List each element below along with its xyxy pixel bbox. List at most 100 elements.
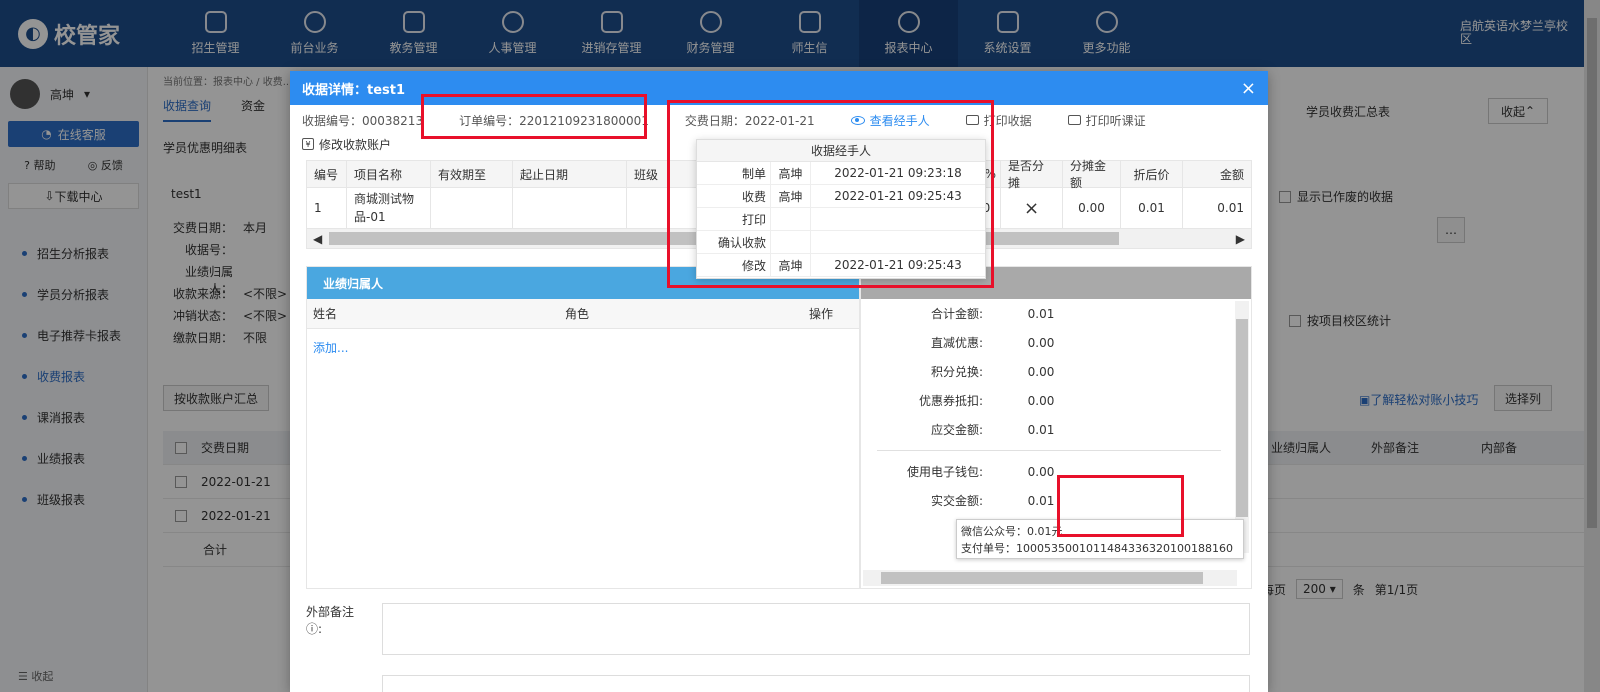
- handler-time: 2022-01-21 09:23:18: [834, 166, 962, 180]
- performance-header: 姓名 角色 操作: [307, 299, 859, 329]
- amount-value: 0.00: [1027, 393, 1055, 408]
- amount-scroll-thumb[interactable]: [1236, 319, 1248, 517]
- handler-action: 修改: [697, 254, 771, 276]
- amount-value: 0.01: [1027, 422, 1055, 437]
- handler-action: 制单: [697, 162, 771, 184]
- divider: [877, 450, 1221, 451]
- handler-action: 打印: [697, 208, 771, 230]
- col-name: 姓名: [313, 307, 338, 321]
- handler-row: 确认收款: [697, 231, 985, 254]
- amount-value: 0.01: [1027, 493, 1055, 508]
- internal-remark-input[interactable]: [382, 675, 1250, 692]
- print-trial-button[interactable]: 打印听课证: [1067, 112, 1146, 129]
- amount-key: 合计金额:: [930, 307, 983, 321]
- amount-key: 直减优惠:: [930, 336, 983, 350]
- handler-action: 收费: [697, 185, 771, 207]
- handler-time: 2022-01-21 09:25:43: [834, 189, 962, 203]
- print-receipt-label: 打印收据: [983, 113, 1032, 128]
- modify-account-label: 修改收款账户: [319, 137, 392, 152]
- handler-row: 收费 高坤 2022-01-21 09:25:43: [697, 185, 985, 208]
- split-x-icon: ×: [1001, 188, 1063, 228]
- handler-row: 制单 高坤 2022-01-21 09:23:18: [697, 162, 985, 185]
- item-name: 商城测试物品-01: [347, 188, 431, 228]
- handler-person: 高坤: [771, 162, 811, 184]
- amount-key: 积分兑换:: [930, 365, 983, 379]
- item-amt: 0.01: [1217, 201, 1244, 215]
- scroll-left-icon[interactable]: ◀: [313, 232, 322, 246]
- items-col-header: 编号: [307, 161, 347, 187]
- handler-time: 2022-01-21 09:25:43: [834, 258, 962, 272]
- amount-vscroll[interactable]: [1235, 301, 1249, 553]
- handler-title: 收据经手人: [697, 140, 985, 162]
- amount-row: 应交金额: 0.01: [861, 415, 1251, 444]
- amount-key: 应交金额:: [930, 423, 983, 437]
- handler-person: [771, 208, 811, 230]
- close-icon[interactable]: ×: [1241, 78, 1256, 99]
- amount-value: 0.00: [1027, 364, 1055, 379]
- handler-row: 修改 高坤 2022-01-21 09:25:43: [697, 254, 985, 277]
- items-col-header: 有效期至: [431, 161, 513, 187]
- amount-row: 直减优惠: 0.00: [861, 328, 1251, 357]
- items-col-header: 起止日期: [513, 161, 627, 187]
- item-after: 0.01: [1121, 188, 1183, 228]
- col-role: 角色: [565, 307, 590, 321]
- handler-action: 确认收款: [697, 231, 771, 253]
- amount-row: 使用电子钱包: 0.00: [861, 457, 1251, 486]
- amount-hscroll-thumb[interactable]: [881, 572, 1203, 584]
- handler-row: 打印: [697, 208, 985, 231]
- items-col-header: 是否分摊: [1001, 159, 1063, 190]
- receipt-detail-modal: 收据详情：test1 × 收据编号：00038213 订单编号：220121092…: [290, 71, 1268, 692]
- printer-icon: [1067, 115, 1081, 125]
- item-split-amt: 0.00: [1063, 188, 1121, 228]
- external-remark: 外部备注 ⓘ:: [306, 603, 1250, 655]
- handler-person: 高坤: [771, 185, 811, 207]
- items-col-header: 金额: [1219, 167, 1244, 182]
- external-remark-input[interactable]: [382, 603, 1250, 655]
- print-trial-label: 打印听课证: [1085, 113, 1146, 128]
- remark-label: 外部备注 ⓘ:: [306, 605, 355, 636]
- amount-key: 优惠券抵扣:: [918, 394, 983, 408]
- printer-icon: [965, 115, 979, 125]
- add-performance-link[interactable]: 添加...: [307, 329, 859, 366]
- amount-row: 优惠券抵扣: 0.00: [861, 386, 1251, 415]
- handler-person: 高坤: [771, 254, 811, 276]
- order-number: 订单编号：22012109231800001: [459, 113, 649, 128]
- performance-panel: 业绩归属人 姓名 角色 操作 添加...: [306, 266, 860, 589]
- amount-key: 实交金额:: [930, 494, 983, 508]
- amount-row: 积分兑换: 0.00: [861, 357, 1251, 386]
- amount-row: 合计金额: 0.01: [861, 299, 1251, 328]
- tip-line-1: 微信公众号：0.01元: [961, 525, 1063, 538]
- eye-icon: [850, 115, 865, 125]
- handler-person: [771, 231, 811, 253]
- amount-value: 0.00: [1027, 464, 1055, 479]
- items-col-header: 项目名称: [347, 161, 431, 187]
- amount-summary: 合计金额: 0.01 直减优惠: 0.00 积分兑换: 0.00 优惠券抵扣: 0.00 应交金…: [861, 299, 1251, 444]
- view-handler-link[interactable]: 查看经手人: [850, 112, 930, 129]
- tip-line-2: 支付单号：1000535001011484336320100188160: [961, 542, 1233, 555]
- handler-popover: 收据经手人 制单 高坤 2022-01-21 09:23:18 收费 高坤 2022-01…: [696, 139, 986, 279]
- amount-row: 实交金额: 0.01: [861, 486, 1251, 515]
- amount-hscroll[interactable]: [863, 570, 1237, 586]
- app-root: ◐ 校管家 招生管理 前台业务 教务管理 人事管理 进销存管理 财务管理 师生信 报表中心 系统设…: [0, 0, 1600, 692]
- amount-summary-2: 使用电子钱包: 0.00 实交金额: 0.01: [861, 457, 1251, 515]
- modal-title: 收据详情：test1: [302, 82, 406, 98]
- edit-icon: ¥: [302, 138, 314, 150]
- col-op: 操作: [809, 307, 834, 321]
- print-receipt-button[interactable]: 打印收据: [965, 112, 1032, 129]
- item-range: [513, 188, 627, 228]
- amount-key: 使用电子钱包:: [906, 465, 983, 479]
- item-valid: [431, 188, 513, 228]
- amount-value: 0.01: [1027, 306, 1055, 321]
- amount-value: 0.00: [1027, 335, 1055, 350]
- handler-rows: 制单 高坤 2022-01-21 09:23:18 收费 高坤 2022-01-21 09…: [697, 162, 985, 277]
- receipt-number: 收据编号：00038213: [302, 113, 424, 128]
- pay-date: 交费日期：2022-01-21: [684, 113, 815, 128]
- scroll-right-icon[interactable]: ▶: [1236, 232, 1245, 246]
- payment-tooltip: 微信公众号：0.01元支付单号：100053500101148433632010…: [956, 519, 1244, 559]
- view-handler-label: 查看经手人: [869, 113, 930, 128]
- modal-header: 收据详情：test1 ×: [290, 71, 1268, 105]
- item-no: 1: [307, 188, 347, 228]
- receipt-info: 收据编号：00038213 订单编号：22012109231800001 交费日…: [290, 105, 1268, 135]
- items-col-header: 分摊金额: [1063, 159, 1121, 190]
- items-col-header: 折后价: [1121, 161, 1183, 187]
